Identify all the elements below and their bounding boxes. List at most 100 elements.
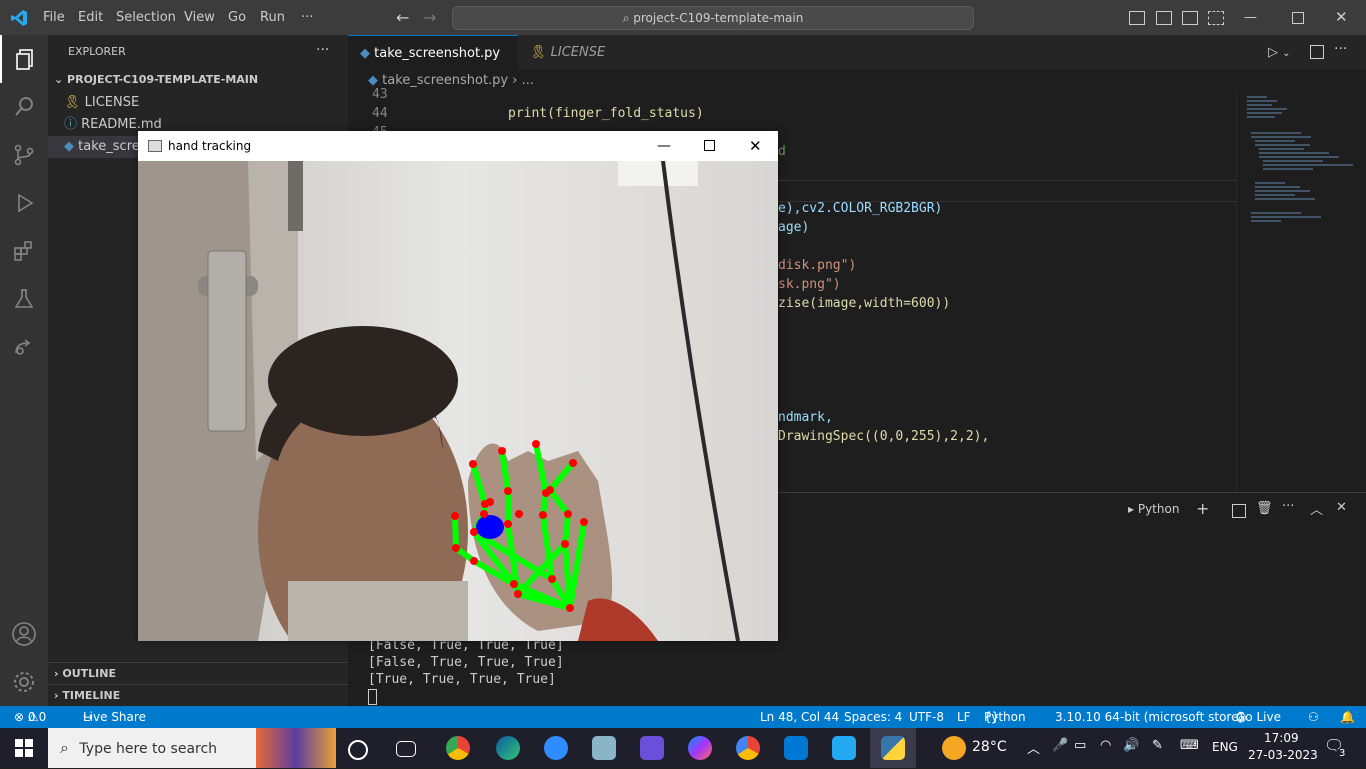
chrome-alt-icon[interactable] (736, 736, 760, 760)
window-close-button[interactable]: ✕ (1335, 0, 1348, 35)
weather-sun-icon[interactable] (942, 736, 966, 760)
project-folder[interactable]: ⌄ PROJECT-C109-TEMPLATE-MAIN (54, 69, 258, 91)
tab-take-screenshot[interactable]: ◆ take_screenshot.py ✕ (348, 35, 518, 96)
status-bar: ⊗ 0 ⚠ 0 ↪ Live Share Ln 48, Col 44 Space… (0, 706, 1366, 728)
run-debug-activity[interactable] (0, 179, 48, 227)
pen-icon[interactable]: ✎ (1152, 738, 1163, 753)
explorer-activity[interactable] (0, 35, 50, 83)
encoding[interactable]: UTF-8 (909, 706, 944, 728)
hand-window-maximize-button[interactable] (704, 140, 715, 151)
task-view-icon[interactable] (396, 741, 416, 757)
clock-date[interactable]: 27-03-2023 (1248, 748, 1318, 762)
new-terminal-icon[interactable]: + (1196, 499, 1209, 518)
chrome-icon[interactable] (446, 736, 470, 760)
microphone-icon[interactable]: 🎤 (1052, 738, 1068, 753)
menu-edit[interactable]: Edit (78, 0, 103, 35)
timeline-section[interactable]: › TIMELINE (48, 684, 348, 707)
edge-icon[interactable] (496, 736, 520, 760)
file-label: LICENSE (84, 95, 140, 110)
vscode-taskbar-icon[interactable] (832, 736, 856, 760)
app-icon[interactable] (592, 736, 616, 760)
extensions-activity[interactable] (0, 227, 48, 275)
maximize-panel-icon[interactable]: ︿ (1310, 499, 1323, 518)
feedback-icon[interactable]: ⚇ (1308, 706, 1319, 728)
tab-license[interactable]: 🎗 LICENSE (518, 35, 640, 70)
line-number: 44 (372, 106, 388, 121)
manage-activity[interactable] (0, 658, 48, 706)
breadcrumb-file[interactable]: take_screenshot.py (382, 73, 508, 88)
outline-section[interactable]: › OUTLINE (48, 662, 348, 685)
problems-indicator[interactable]: ⊗ 0 ⚠ 0 (14, 706, 46, 728)
menu-go[interactable]: Go (228, 0, 246, 35)
explorer-more-icon[interactable]: ··· (316, 39, 329, 61)
hand-tracking-titlebar[interactable]: hand tracking — ✕ (138, 131, 778, 161)
editor-more-icon[interactable]: ··· (1334, 41, 1347, 57)
search-activity[interactable] (0, 83, 48, 131)
menu-run[interactable]: Run (260, 0, 285, 35)
editor-tab-bar: ◆ take_screenshot.py ✕ 🎗 LICENSE ▷ ⌄ ··· (348, 35, 1366, 96)
window-restore-button[interactable] (1292, 12, 1304, 24)
weather-temp[interactable]: 28°C (972, 739, 1007, 755)
menu-file[interactable]: File (43, 0, 65, 35)
terminal-selector[interactable]: ▸ Python (1128, 502, 1179, 516)
license-file-icon: 🎗 (530, 45, 551, 60)
split-editor-icon[interactable] (1310, 45, 1324, 59)
line-number: 43 (372, 87, 388, 102)
breadcrumb-rest[interactable]: ... (522, 73, 534, 88)
zoom-icon[interactable] (544, 736, 568, 760)
menu-selection[interactable]: Selection (116, 0, 176, 35)
terminal-icon: ▸ (1128, 502, 1138, 516)
run-button[interactable]: ▷ ⌄ (1268, 45, 1291, 60)
panel-more-icon[interactable]: ··· (1282, 499, 1294, 514)
code-line: sk.png") (778, 277, 841, 292)
python-taskbar-button[interactable] (870, 728, 916, 768)
toggle-secondary-sidebar-icon[interactable] (1182, 11, 1198, 25)
show-hidden-icons-icon[interactable]: ︿ (1027, 738, 1040, 757)
search-highlight-image[interactable] (256, 728, 336, 768)
clock-time[interactable]: 17:09 (1264, 731, 1299, 745)
source-control-icon (14, 144, 34, 166)
license-file-icon: 🎗 (64, 95, 85, 110)
forward-arrow-icon[interactable]: → (423, 0, 436, 35)
split-terminal-icon[interactable] (1232, 504, 1246, 518)
window-minimize-button[interactable]: — (1244, 0, 1257, 35)
trash-icon[interactable]: 🗑 (1256, 501, 1273, 516)
vscode-logo-icon (11, 10, 27, 26)
back-arrow-icon[interactable]: ← (396, 0, 409, 35)
file-item-license[interactable]: 🎗 LICENSE (64, 92, 139, 114)
minimap[interactable] (1236, 92, 1366, 492)
customize-layout-icon[interactable] (1208, 11, 1224, 25)
input-language[interactable]: ENG (1212, 740, 1238, 754)
toggle-sidebar-icon[interactable] (1129, 11, 1145, 25)
hand-window-minimize-button[interactable]: — (657, 131, 671, 161)
search-label: project-C109-template-main (633, 11, 804, 25)
volume-icon[interactable]: 🔊 (1123, 738, 1139, 753)
notifications-bell-icon[interactable]: 🔔 (1340, 706, 1355, 728)
end-of-line[interactable]: LF (957, 706, 971, 728)
cursor-position[interactable]: Ln 48, Col 44 (760, 706, 839, 728)
python-interpreter[interactable]: 3.10.10 64-bit (microsoft store) (1055, 706, 1243, 728)
accounts-activity[interactable] (0, 610, 48, 658)
hand-window-close-button[interactable]: ✕ (749, 131, 762, 161)
power-automate-icon[interactable] (640, 736, 664, 760)
mail-icon[interactable] (784, 736, 808, 760)
menu-view[interactable]: View (184, 0, 215, 35)
toggle-panel-icon[interactable] (1156, 11, 1172, 25)
wifi-icon[interactable]: ◠ (1100, 738, 1111, 753)
menu-more[interactable]: ··· (301, 0, 313, 35)
hand-tracking-window[interactable]: hand tracking — ✕ (138, 131, 778, 641)
command-center-search[interactable]: ⌕ project-C109-template-main (452, 6, 974, 30)
taskbar-search-box[interactable]: ⌕ Type here to search (48, 728, 256, 768)
battery-icon[interactable]: ▭ (1074, 738, 1086, 753)
indentation[interactable]: Spaces: 4 (844, 706, 902, 728)
windows-start-icon[interactable] (15, 739, 33, 757)
timeline-label: TIMELINE (62, 689, 121, 702)
python-file-icon: ◆ (360, 46, 375, 61)
messenger-icon[interactable] (688, 736, 712, 760)
close-panel-icon[interactable]: ✕ (1336, 500, 1347, 515)
remote-activity[interactable] (0, 323, 48, 371)
source-control-activity[interactable] (0, 131, 48, 179)
cortana-icon[interactable] (348, 740, 368, 760)
testing-activity[interactable] (0, 275, 48, 323)
keyboard-icon[interactable]: ⌨ (1180, 738, 1199, 753)
